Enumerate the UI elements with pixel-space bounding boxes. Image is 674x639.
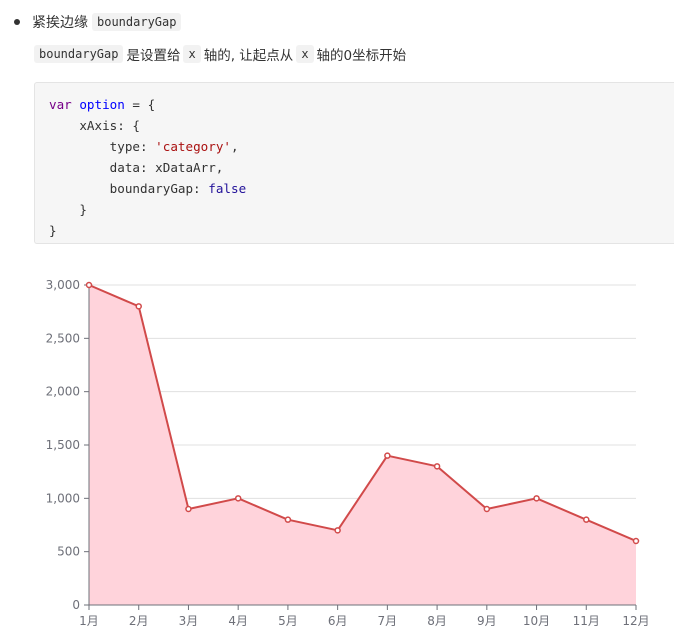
- chart-svg: 0 500 1,000 1,500 2,000 2,500 3,000 1月 2月 3月 4月 5月 6…: [46, 278, 650, 628]
- section-heading: 紧挨边缘 boundaryGap: [14, 10, 182, 34]
- code-line-3-end: ,: [230, 139, 239, 154]
- code-string: 'category': [155, 139, 231, 154]
- x-tick-label: 4月: [228, 614, 248, 628]
- line-chart[interactable]: 0 500 1,000 1,500 2,000 2,500 3,000 1月 2月 3月 4月 5月 6…: [0, 260, 674, 635]
- x-tick-label: 7月: [378, 614, 398, 628]
- code-line-7: }: [49, 223, 57, 238]
- desc-inline-code-1: boundaryGap: [34, 45, 124, 63]
- code-line-3-key: type:: [49, 139, 156, 154]
- code-line-5-key: boundaryGap:: [49, 181, 209, 196]
- x-tick-label: 3月: [179, 614, 199, 628]
- desc-text-3: 轴的0坐标开始: [316, 48, 407, 64]
- heading-text: 紧挨边缘: [32, 15, 88, 31]
- desc-text-1: 是设置给: [126, 48, 181, 64]
- code-line-4: data: xDataArr,: [49, 160, 224, 175]
- y-tick-label: 0: [72, 598, 80, 612]
- desc-inline-code-3: x: [296, 45, 314, 63]
- y-tick-label: 1,000: [46, 491, 80, 505]
- x-tick-label: 6月: [328, 614, 348, 628]
- y-tick-label: 2,000: [46, 385, 80, 399]
- data-point: [384, 452, 391, 459]
- data-point: [234, 495, 242, 502]
- heading-inline-code: boundaryGap: [92, 13, 182, 31]
- x-tick-label: 11月: [573, 614, 600, 628]
- code-line-2: xAxis: {: [49, 118, 140, 133]
- desc-inline-code-2: x: [183, 45, 201, 63]
- code-keyword: var: [49, 97, 72, 112]
- data-point: [85, 281, 93, 289]
- x-tick-label: 8月: [427, 614, 447, 628]
- code-text: var option = { xAxis: { type: 'category'…: [49, 94, 674, 241]
- y-tick-label: 500: [57, 545, 80, 559]
- data-point: [284, 516, 292, 523]
- x-tick-label: 12月: [622, 614, 649, 628]
- x-tick-label: 10月: [523, 614, 550, 628]
- description: boundaryGap 是设置给 x 轴的, 让起点从 x 轴的0坐标开始: [34, 42, 406, 66]
- code-block[interactable]: var option = { xAxis: { type: 'category'…: [34, 82, 674, 244]
- desc-text-2: 轴的, 让起点从: [203, 48, 294, 64]
- code-atom: false: [208, 181, 247, 196]
- y-tick-label: 1,500: [46, 438, 80, 452]
- y-tick-label: 2,500: [46, 331, 80, 345]
- code-line-6: }: [49, 202, 87, 217]
- y-tick-label: 3,000: [46, 278, 80, 292]
- data-point: [632, 537, 640, 545]
- code-line-1-rest: = {: [124, 97, 156, 112]
- data-point: [533, 495, 540, 502]
- data-point: [135, 303, 142, 310]
- x-tick-label: 9月: [477, 614, 497, 628]
- bullet-icon: [14, 19, 20, 25]
- data-point: [334, 527, 341, 534]
- x-tick-label: 5月: [278, 614, 298, 628]
- x-tick-label: 2月: [129, 614, 149, 628]
- data-point: [185, 505, 192, 513]
- code-variable: option: [79, 97, 125, 112]
- x-tick-label: 1月: [79, 614, 99, 628]
- data-point: [483, 505, 491, 513]
- data-point: [433, 463, 441, 470]
- data-point: [583, 516, 590, 523]
